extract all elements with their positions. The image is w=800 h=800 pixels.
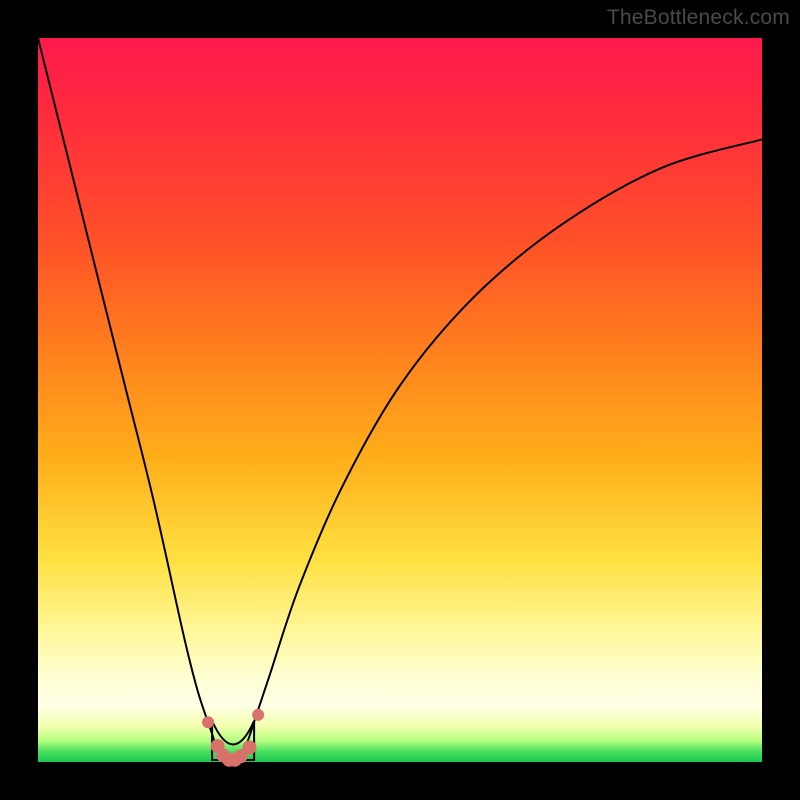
plot-area [38, 38, 762, 762]
bottleneck-curve [38, 38, 762, 762]
trough-marker [252, 709, 264, 721]
trough-marker [242, 741, 256, 755]
curve-path [38, 38, 762, 763]
trough-marker-group [202, 709, 264, 767]
chart-frame: TheBottleneck.com [0, 0, 800, 800]
trough-marker [202, 716, 214, 728]
watermark-text: TheBottleneck.com [607, 6, 790, 30]
